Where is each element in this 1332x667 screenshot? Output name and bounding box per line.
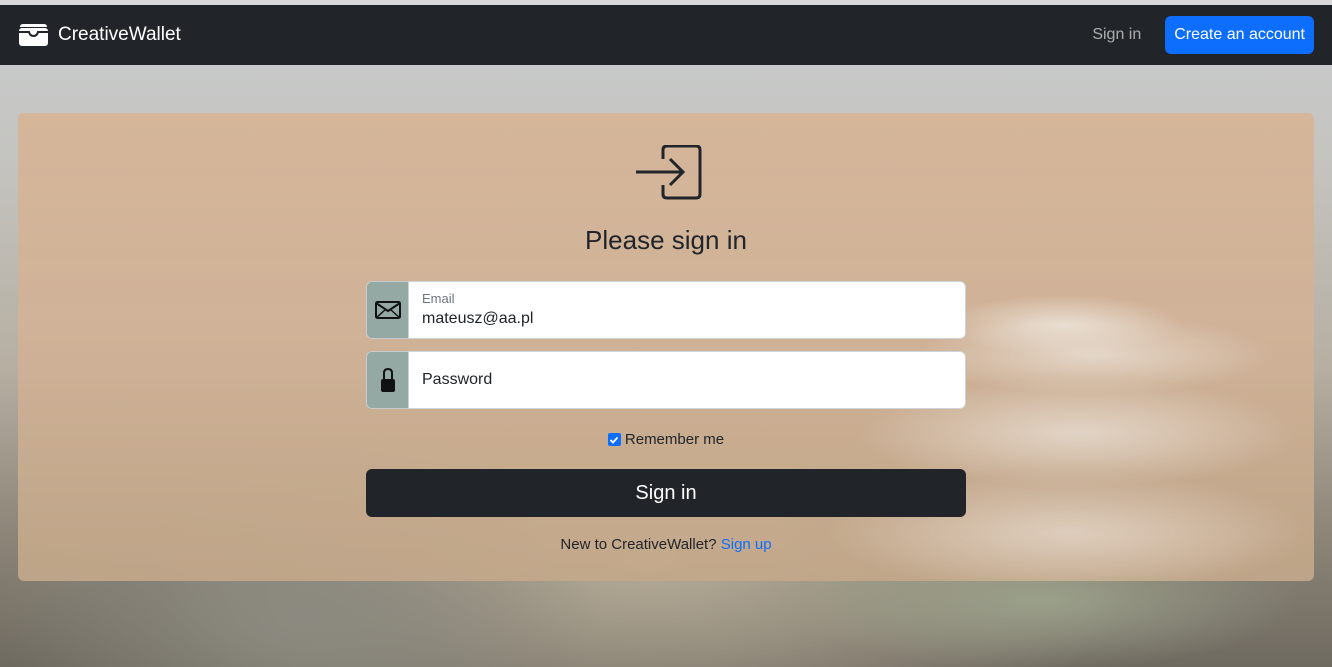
email-field-group: Email mateusz@aa.pl (366, 281, 966, 339)
envelope-icon (374, 301, 401, 319)
wallet-icon (19, 24, 48, 46)
signin-card: Please sign in Email mateusz@aa.pl Passw… (18, 113, 1314, 581)
brand-name: CreativeWallet (58, 24, 181, 45)
brand[interactable]: CreativeWallet (18, 23, 181, 47)
box-arrow-in-right-icon (636, 145, 702, 200)
password-input[interactable]: Password (408, 351, 966, 409)
remember-me: Remember me (18, 431, 1314, 448)
nav-signin-link[interactable]: Sign in (1092, 26, 1141, 44)
email-label: Email (422, 291, 455, 306)
password-field-group: Password (366, 351, 966, 409)
password-placeholder: Password (422, 371, 493, 388)
signup-prompt-text: New to CreativeWallet? (560, 536, 717, 553)
signup-link[interactable]: Sign up (721, 536, 772, 553)
signin-submit-button[interactable]: Sign in (366, 469, 966, 517)
create-account-button[interactable]: Create an account (1165, 16, 1314, 54)
email-addon (366, 281, 408, 339)
password-addon (366, 351, 408, 409)
signup-prompt: New to CreativeWallet? Sign up (18, 536, 1314, 553)
email-input[interactable]: Email mateusz@aa.pl (408, 281, 966, 339)
remember-me-label[interactable]: Remember me (625, 431, 724, 448)
remember-me-checkbox[interactable] (607, 433, 621, 446)
navbar: CreativeWallet Sign in Create an account (0, 5, 1332, 65)
nav-actions: Sign in Create an account (1092, 16, 1314, 54)
check-icon (610, 436, 619, 444)
lock-icon (380, 367, 395, 392)
page-title: Please sign in (585, 225, 747, 255)
email-value: mateusz@aa.pl (422, 310, 534, 327)
